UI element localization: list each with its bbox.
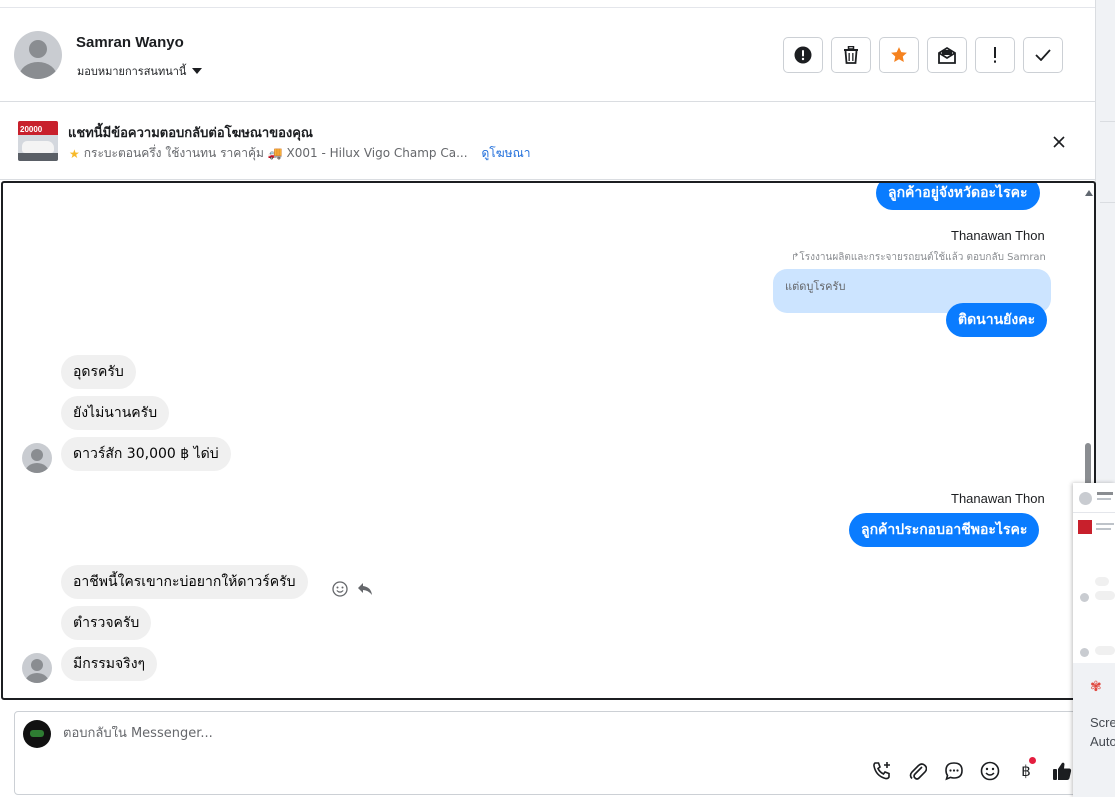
mark-unread-icon — [938, 46, 956, 64]
divider — [1100, 121, 1115, 122]
message-bubble-incoming[interactable]: อาชีพนี้ใครเขากะบ่อยากให้ดาวร์ครับ — [61, 565, 308, 599]
ad-description: กระบะตอนครึ่ง ใช้งานทน ราคาคุ้ม 🚚 X001 -… — [83, 146, 468, 160]
sender-name: Thanawan Thon — [951, 491, 1045, 506]
notification-dot — [1029, 757, 1036, 764]
page-avatar — [23, 720, 51, 748]
close-icon — [1053, 136, 1065, 148]
alert-circle-icon — [794, 46, 812, 64]
app-logo-icon: ✾ — [1090, 679, 1102, 695]
assign-conversation-dropdown[interactable]: มอบหมายการสนทนานี้ — [77, 62, 203, 80]
emoji-icon — [980, 761, 1000, 781]
saved-replies-button[interactable] — [942, 759, 966, 783]
delete-button[interactable] — [831, 37, 871, 73]
preview-text: Scre — [1090, 715, 1115, 730]
contact-avatar-small — [22, 653, 52, 683]
preview-text: Auto — [1090, 734, 1115, 749]
reply-button[interactable] — [356, 580, 374, 598]
attach-file-button[interactable] — [906, 759, 930, 783]
message-bubble-incoming[interactable]: ดาวร์สัก 30,000 ฿ ได่บ่ — [61, 437, 231, 471]
message-composer: ฿ — [14, 711, 1094, 795]
screenshot-preview-overlay[interactable]: ✾ Scre Auto — [1073, 483, 1115, 797]
mark-important-button[interactable] — [975, 37, 1015, 73]
star-emoji-icon: ★ — [69, 146, 80, 161]
exclamation-icon — [994, 47, 996, 63]
message-bubble-outgoing[interactable]: ติดนานยังคะ — [946, 303, 1048, 337]
composer-tools: ฿ — [870, 757, 1074, 783]
like-button[interactable] — [1050, 759, 1074, 783]
baht-icon: ฿ — [1021, 762, 1031, 780]
scroll-up-arrow-icon[interactable] — [1085, 190, 1093, 196]
contact-avatar-small — [22, 443, 52, 473]
mark-done-button[interactable] — [1023, 37, 1063, 73]
message-thread[interactable]: ลูกค้าอยู่จังหวัดอะไรคะ Thanawan Thon ↱โ… — [1, 181, 1096, 700]
message-bubble-outgoing[interactable]: ลูกค้าประกอบอาชีพอะไรคะ — [849, 513, 1040, 547]
call-button[interactable] — [870, 759, 894, 783]
phone-plus-icon — [873, 762, 890, 780]
header-actions — [783, 37, 1063, 73]
message-bubble-incoming[interactable]: อุดรครับ — [61, 355, 136, 389]
divider — [1100, 202, 1115, 203]
contact-avatar[interactable] — [14, 31, 62, 79]
message-bubble-incoming[interactable]: ยังไม่นานครับ — [61, 396, 170, 430]
ad-banner-title: แชทนี้มีข้อความตอบกลับต่อโฆษณาของคุณ — [68, 126, 313, 141]
assign-label: มอบหมายการสนทนานี้ — [77, 65, 187, 78]
star-icon — [891, 47, 907, 62]
mark-unread-button[interactable] — [927, 37, 967, 73]
scroll-thumb[interactable] — [1085, 443, 1091, 487]
ad-thumbnail-badge: 20000 — [20, 125, 43, 134]
contact-name[interactable]: Samran Wanyo — [76, 34, 184, 51]
ad-thumbnail[interactable]: 20000 — [18, 121, 58, 161]
message-bubble-incoming[interactable]: ตำรวจครับ — [61, 606, 152, 640]
ad-banner-subtitle: ★ กระบะตอนครึ่ง ใช้งานทน ราคาคุ้ม 🚚 X001… — [69, 144, 530, 163]
message-bubble-outgoing[interactable]: ลูกค้าอยู่จังหวัดอะไรคะ — [876, 183, 1040, 210]
caret-down-icon — [192, 68, 203, 74]
message-bubble-incoming[interactable]: มีกรรมจริงๆ — [61, 647, 158, 681]
report-spam-button[interactable] — [783, 37, 823, 73]
reply-input[interactable] — [63, 726, 763, 741]
reply-icon — [358, 583, 372, 595]
trash-icon — [844, 46, 858, 64]
emoji-icon — [332, 581, 348, 597]
ad-reply-banner: 20000 แชทนี้มีข้อความตอบกลับต่อโฆษณาของค… — [0, 102, 1095, 180]
sender-name: Thanawan Thon — [951, 228, 1045, 243]
check-icon — [1035, 49, 1051, 61]
view-ad-link[interactable]: ดูโฆษณา — [482, 144, 531, 163]
conversation-header: Samran Wanyo มอบหมายการสนทนานี้ — [0, 8, 1095, 102]
star-button[interactable] — [879, 37, 919, 73]
react-button[interactable] — [331, 580, 349, 598]
close-banner-button[interactable] — [1049, 132, 1069, 152]
emoji-button[interactable] — [978, 759, 1002, 783]
like-icon — [1053, 762, 1072, 780]
attachment-icon — [909, 763, 927, 780]
payment-request-button[interactable]: ฿ — [1014, 757, 1038, 783]
reply-context-note: ↱โรงงานผลิตและกระจายรถยนต์ใช้แล้ว ตอบกลั… — [791, 252, 1046, 263]
chat-bubble-icon — [945, 762, 963, 781]
